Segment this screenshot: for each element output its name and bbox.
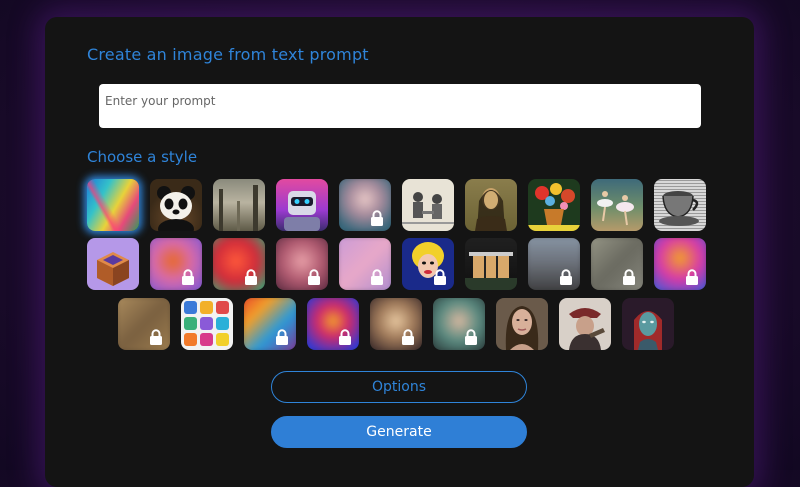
lock-icon [434,269,446,285]
style-tile-icon-grid[interactable] [181,298,233,350]
lock-icon [371,210,383,226]
prompt-input[interactable] [99,84,701,128]
style-tile-colorful-swirl[interactable] [244,298,296,350]
style-tile-robot[interactable] [276,179,328,231]
lock-icon [371,269,383,285]
page-title: Create an image from text prompt [87,45,369,64]
style-tile-teal-portrait[interactable] [433,298,485,350]
options-button[interactable]: Options [271,371,527,403]
style-tile-gray-blur[interactable] [591,238,643,290]
style-tile-fox[interactable] [150,238,202,290]
lock-icon [150,329,162,345]
style-tile-misty-forest[interactable] [213,179,265,231]
lock-icon [402,329,414,345]
lock-icon [276,329,288,345]
style-tile-brown-blur[interactable] [118,298,170,350]
main-panel: Create an image from text prompt Choose … [45,17,754,487]
style-tile-fantasy-face[interactable] [370,298,422,350]
style-tile-pastel[interactable] [339,238,391,290]
style-tile-man-with-hat[interactable] [559,298,611,350]
lock-icon [686,269,698,285]
style-tile-realistic-woman[interactable] [496,298,548,350]
style-tile-warrior-portrait[interactable] [622,298,674,350]
lock-icon [245,269,257,285]
style-tile-flower-vase[interactable] [528,179,580,231]
lock-icon [465,329,477,345]
style-tile-portrait-woman[interactable] [339,179,391,231]
style-tile-gray-landscape[interactable] [528,238,580,290]
style-tile-pop-art[interactable] [402,238,454,290]
style-tile-modern-house[interactable] [465,238,517,290]
lock-icon [623,269,635,285]
style-section-title: Choose a style [87,148,198,166]
style-tile-ballet-dancers[interactable] [591,179,643,231]
style-tile-isometric-box[interactable] [87,238,139,290]
style-tile-mona-lisa[interactable] [465,179,517,231]
style-tile-pink-portrait[interactable] [276,238,328,290]
lock-icon [339,329,351,345]
generate-button[interactable]: Generate [271,416,527,448]
style-tile-abstract-paint[interactable] [87,179,139,231]
lock-icon [182,269,194,285]
style-tile-psychedelic[interactable] [307,298,359,350]
lock-icon [560,269,572,285]
lock-icon [308,269,320,285]
style-tile-panda[interactable] [150,179,202,231]
style-tile-engraved-cup[interactable] [654,179,706,231]
style-tile-neon-figure[interactable] [654,238,706,290]
style-tile-vintage-sketch[interactable] [402,179,454,231]
style-tile-red-glow[interactable] [213,238,265,290]
